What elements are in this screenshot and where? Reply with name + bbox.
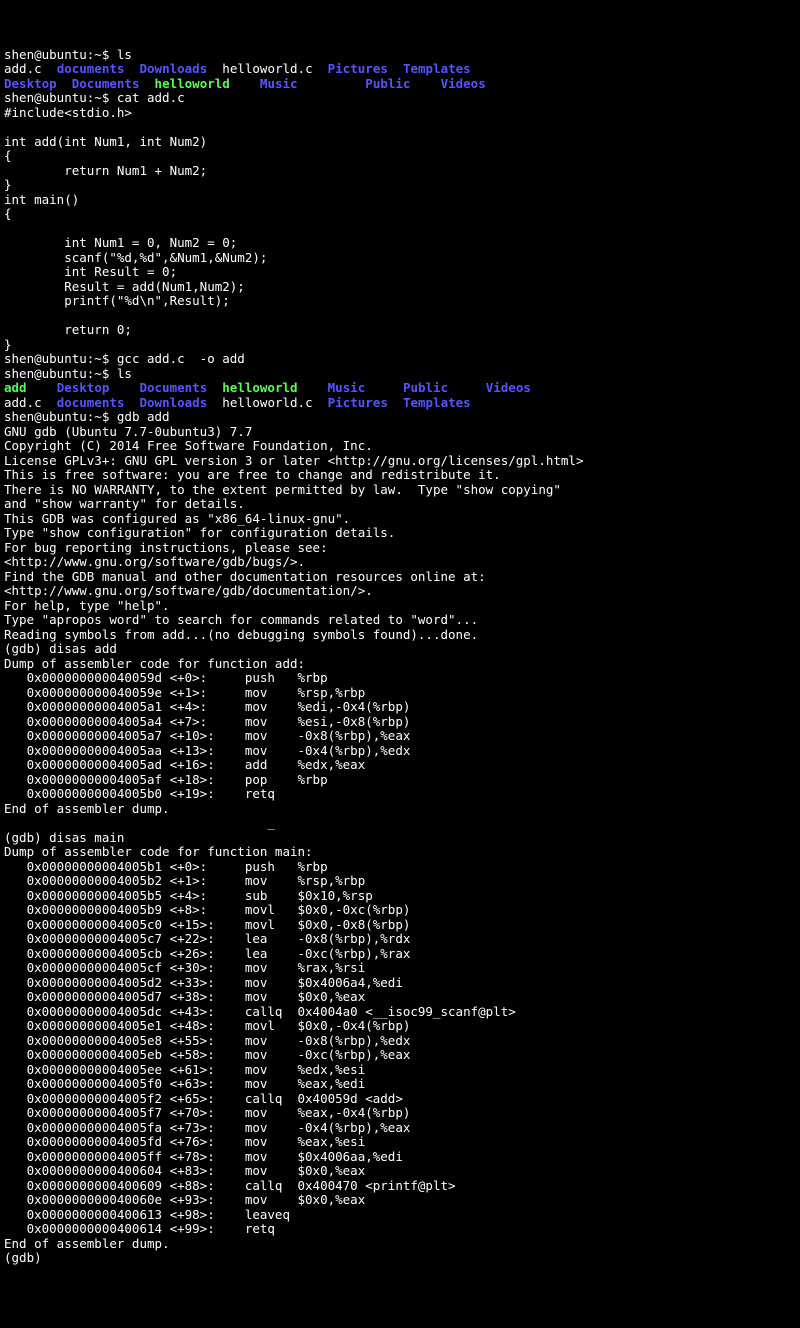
dir-pictures: Pictures [328, 61, 388, 76]
dir-desktop: Desktop [57, 380, 110, 395]
disas-main-line: 0x00000000004005ff <+78>: mov $0x4006aa,… [4, 1149, 403, 1164]
file-helloc: helloworld.c [222, 61, 312, 76]
exec-add: add [4, 380, 27, 395]
disas-add-line: 0x00000000004005ad <+16>: add %edx,%eax [4, 757, 365, 772]
disas-main-line: 0x0000000000400604 <+83>: mov $0x0,%eax [4, 1163, 365, 1178]
dir-templates: Templates [403, 395, 471, 410]
gdb-prompt: (gdb) [4, 1250, 49, 1265]
disas-add-line: 0x000000000040059d <+0>: push %rbp [4, 670, 328, 685]
disas-add-line: 0x00000000004005a7 <+10>: mov -0x8(%rbp)… [4, 728, 410, 743]
disas-main-line: 0x0000000000400613 <+98>: leaveq [4, 1207, 290, 1222]
gdb-prompt: (gdb) [4, 830, 49, 845]
shell-prompt: shen@ubuntu:~$ [4, 351, 117, 366]
disas-main-line: 0x00000000004005fa <+73>: mov -0x4(%rbp)… [4, 1120, 410, 1135]
command-gcc: gcc add.c -o add [117, 351, 245, 366]
disas-main-line: 0x00000000004005d2 <+33>: mov $0x4006a4,… [4, 975, 403, 990]
disas-main-line: 0x00000000004005b5 <+4>: sub $0x10,%rsp [4, 888, 373, 903]
disas-main-line: 0x00000000004005b1 <+0>: push %rbp [4, 859, 328, 874]
shell-prompt: shen@ubuntu:~$ [4, 47, 117, 62]
file-helloc: helloworld.c [222, 395, 312, 410]
disas-main-line: 0x00000000004005f2 <+65>: callq 0x40059d… [4, 1091, 403, 1106]
command-gdb: gdb add [117, 409, 170, 424]
dir-public: Public [403, 380, 448, 395]
disas-main-line: 0x00000000004005cf <+30>: mov %rax,%rsi [4, 960, 365, 975]
command-disas-main: disas main [49, 830, 124, 845]
source-code: #include<stdio.h> int add(int Num1, int … [4, 105, 267, 352]
disas-main-line: 0x00000000004005c0 <+15>: movl $0x0,-0x8… [4, 917, 410, 932]
disas-main-line: 0x00000000004005fd <+76>: mov %eax,%esi [4, 1134, 365, 1149]
disas-add-line: 0x000000000040059e <+1>: mov %rsp,%rbp [4, 685, 365, 700]
shell-prompt: shen@ubuntu:~$ [4, 366, 117, 381]
command-cat: cat add.c [117, 90, 185, 105]
disas-main-line: 0x00000000004005e1 <+48>: movl $0x0,-0x4… [4, 1018, 410, 1033]
disas-main-line: 0x00000000004005f7 <+70>: mov %eax,-0x4(… [4, 1105, 410, 1120]
disas-main-line: 0x00000000004005e8 <+55>: mov -0x8(%rbp)… [4, 1033, 410, 1048]
dir-downloads: Downloads [140, 61, 208, 76]
dir-documents: Documents [72, 76, 140, 91]
dir-templates: Templates [403, 61, 471, 76]
disas-main-line: 0x000000000040060e <+93>: mov $0x0,%eax [4, 1192, 365, 1207]
disas-main-line: 0x00000000004005ee <+61>: mov %edx,%esi [4, 1062, 365, 1077]
dir-documents-lc: documents [57, 395, 125, 410]
dir-videos: Videos [486, 380, 531, 395]
file-addc: add.c [4, 61, 42, 76]
disas-main-header: Dump of assembler code for function main… [4, 844, 313, 859]
terminal-output[interactable]: shen@ubuntu:~$ ls add.c documents Downlo… [4, 48, 796, 1266]
disas-main-line: 0x00000000004005d7 <+38>: mov $0x0,%eax [4, 989, 365, 1004]
dir-music: Music [260, 76, 298, 91]
command-disas-add: disas add [49, 641, 117, 656]
disas-add-header: Dump of assembler code for function add: [4, 656, 305, 671]
file-addc: add.c [4, 395, 42, 410]
disas-main-line: 0x0000000000400609 <+88>: callq 0x400470… [4, 1178, 456, 1193]
disas-main-line: 0x00000000004005eb <+58>: mov -0xc(%rbp)… [4, 1047, 410, 1062]
disas-add-line: 0x00000000004005af <+18>: pop %rbp [4, 772, 328, 787]
dir-pictures: Pictures [328, 395, 388, 410]
disas-main-line: 0x0000000000400614 <+99>: retq [4, 1221, 275, 1236]
shell-prompt: shen@ubuntu:~$ [4, 90, 117, 105]
disas-main-line: 0x00000000004005b2 <+1>: mov %rsp,%rbp [4, 873, 365, 888]
disas-main-line: 0x00000000004005cb <+26>: lea -0xc(%rbp)… [4, 946, 410, 961]
cursor-line: _ [4, 815, 275, 830]
end-dump: End of assembler dump. [4, 1236, 170, 1251]
dir-documents: Documents [139, 380, 207, 395]
command-ls: ls [117, 47, 132, 62]
disas-main-line: 0x00000000004005c7 <+22>: lea -0x8(%rbp)… [4, 931, 410, 946]
disas-add-line: 0x00000000004005aa <+13>: mov -0x4(%rbp)… [4, 743, 410, 758]
dir-public: Public [365, 76, 410, 91]
dir-desktop: Desktop [4, 76, 57, 91]
disas-main-line: 0x00000000004005dc <+43>: callq 0x4004a0… [4, 1004, 516, 1019]
disas-add-line: 0x00000000004005a4 <+7>: mov %esi,-0x8(%… [4, 714, 410, 729]
command-ls2: ls [117, 366, 132, 381]
disas-main-line: 0x00000000004005f0 <+63>: mov %eax,%edi [4, 1076, 365, 1091]
dir-videos: Videos [441, 76, 486, 91]
exec-helloworld: helloworld [222, 380, 297, 395]
end-dump: End of assembler dump. [4, 801, 170, 816]
disas-main-line: 0x00000000004005b9 <+8>: movl $0x0,-0xc(… [4, 902, 410, 917]
exec-helloworld: helloworld [155, 76, 230, 91]
dir-music: Music [328, 380, 366, 395]
disas-add-line: 0x00000000004005b0 <+19>: retq [4, 786, 275, 801]
shell-prompt: shen@ubuntu:~$ [4, 409, 117, 424]
disas-add-line: 0x00000000004005a1 <+4>: mov %edi,-0x4(%… [4, 699, 410, 714]
gdb-prompt: (gdb) [4, 641, 49, 656]
dir-downloads: Downloads [140, 395, 208, 410]
dir-documents-lc: documents [57, 61, 125, 76]
gdb-banner: GNU gdb (Ubuntu 7.7-0ubuntu3) 7.7 Copyri… [4, 424, 583, 642]
